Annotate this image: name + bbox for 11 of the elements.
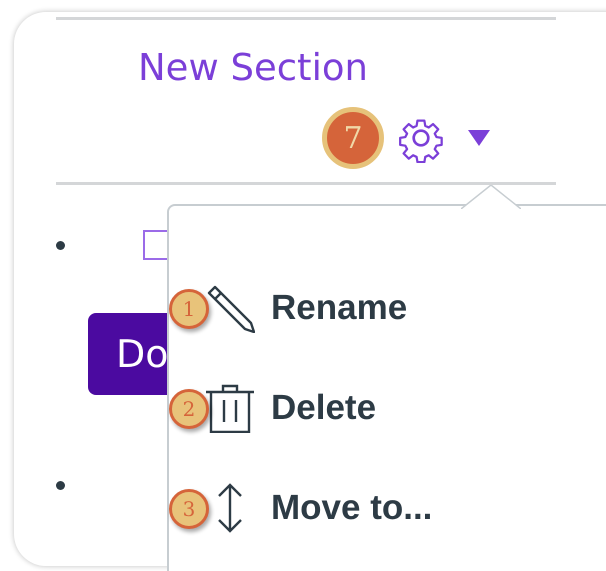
bullet-icon <box>56 480 65 490</box>
step-badge: 7 <box>322 107 384 169</box>
caret-icon[interactable] <box>468 130 490 146</box>
step-badge: 3 <box>169 489 209 529</box>
step-badge: 2 <box>169 389 209 429</box>
bullet-icon <box>56 240 65 250</box>
step-badge: 1 <box>169 289 209 329</box>
trash-icon <box>205 383 255 433</box>
section-title[interactable]: New Section <box>56 20 606 90</box>
pencil-icon <box>205 283 255 333</box>
menu-item[interactable]: 3 Move to... <box>169 458 606 558</box>
